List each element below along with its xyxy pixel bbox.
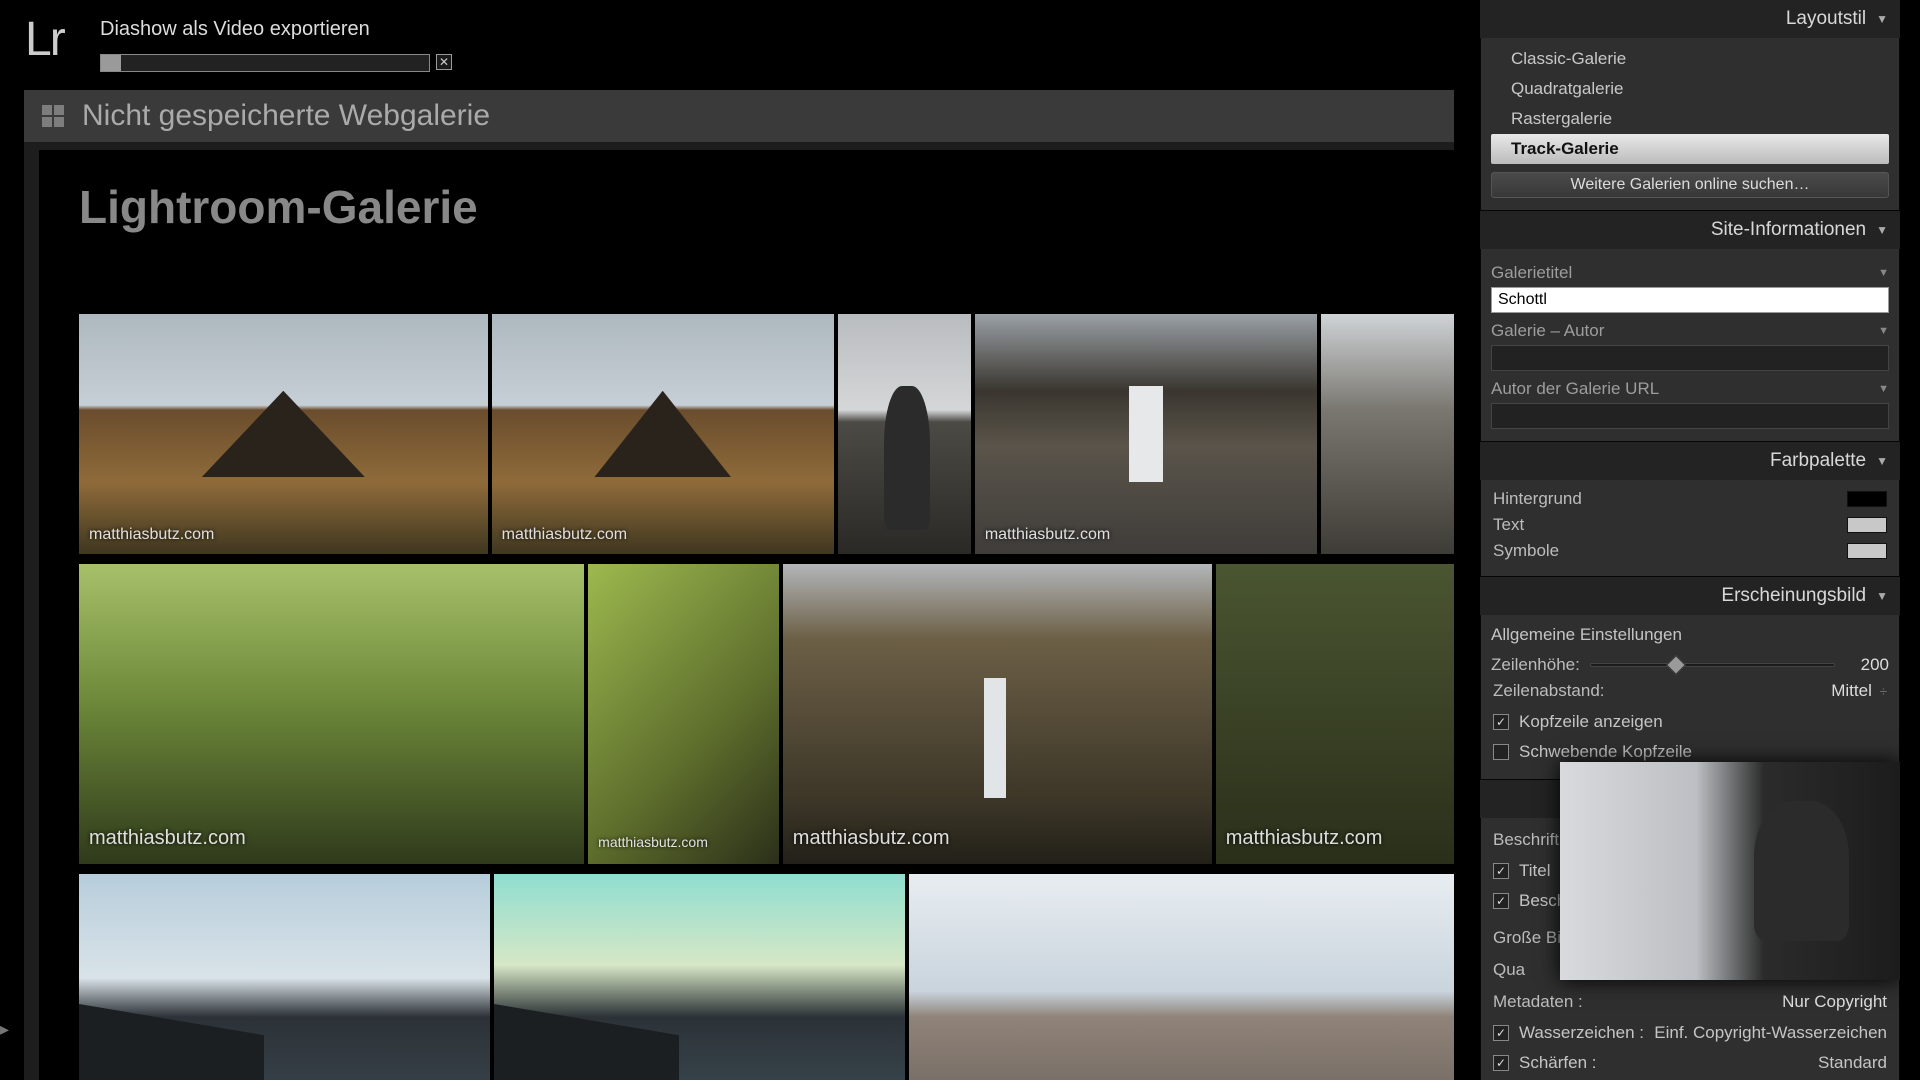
slider-label: Zeilenhöhe: (1491, 655, 1580, 675)
chevron-down-icon: ▼ (1876, 589, 1888, 603)
checkbox-label: Titel (1519, 861, 1551, 881)
setting-value[interactable]: Nur Copyright (1782, 992, 1887, 1012)
watermark-text: matthiasbutz.com (1226, 827, 1383, 850)
gallery-author-url-input[interactable] (1491, 403, 1889, 429)
stepper-icon[interactable]: ÷ (1880, 684, 1887, 699)
thumbnail[interactable]: matthiasbutz.com (588, 564, 779, 864)
slider-value: 200 (1845, 655, 1889, 675)
gallery-preview: Lightroom-Galerie matthiasbutz.com matth… (39, 150, 1454, 1080)
layout-option-grid[interactable]: Rastergalerie (1491, 104, 1889, 134)
setting-value[interactable]: Standard (1818, 1053, 1887, 1073)
section-color-palette[interactable]: Farbpalette ▼ (1480, 442, 1900, 480)
setting-value[interactable]: Einf. Copyright-Wasserzeichen (1654, 1023, 1887, 1043)
thumbnail[interactable]: matthiasbutz.com (1216, 564, 1454, 864)
setting-label: Zeilenabstand: (1493, 681, 1605, 701)
thumbnail[interactable] (909, 874, 1454, 1080)
thumbnail[interactable] (79, 874, 490, 1080)
watermark-text: matthiasbutz.com (89, 827, 246, 850)
bg-color-swatch[interactable] (1847, 491, 1887, 507)
thumbnail[interactable]: matthiasbutz.com (492, 314, 834, 554)
watermark-checkbox[interactable]: ✓ (1493, 1025, 1509, 1041)
layout-option-track[interactable]: Track-Galerie (1491, 134, 1889, 164)
thumbnail[interactable]: matthiasbutz.com (79, 314, 488, 554)
floating-header-checkbox[interactable] (1493, 744, 1509, 760)
section-layout-style[interactable]: Layoutstil ▼ (1480, 0, 1900, 38)
color-label: Hintergrund (1493, 489, 1582, 509)
checkbox-label: Schärfen : (1519, 1053, 1597, 1073)
expand-left-icon[interactable]: ▸ (0, 1019, 9, 1040)
section-title: Farbpalette (1770, 450, 1866, 472)
text-color-swatch[interactable] (1847, 517, 1887, 533)
webcam-overlay (1560, 762, 1900, 980)
watermark-text: matthiasbutz.com (793, 827, 950, 850)
export-cancel-button[interactable]: ✕ (436, 54, 452, 70)
app-logo: Lr (25, 12, 64, 67)
layout-option-classic[interactable]: Classic-Galerie (1491, 44, 1889, 74)
setting-label: Metadaten : (1493, 992, 1583, 1012)
color-label: Symbole (1493, 541, 1559, 561)
row-height-slider[interactable] (1590, 663, 1835, 667)
color-label: Text (1493, 515, 1524, 535)
thumbnail[interactable]: matthiasbutz.com (975, 314, 1317, 554)
section-title: Site-Informationen (1711, 219, 1866, 241)
layout-option-square[interactable]: Quadratgalerie (1491, 74, 1889, 104)
gallery-title: Lightroom-Galerie (79, 180, 1454, 234)
watermark-text: matthiasbutz.com (598, 834, 708, 850)
thumbnail[interactable] (838, 314, 971, 554)
chevron-down-icon[interactable]: ▼ (1878, 267, 1889, 279)
chevron-down-icon: ▼ (1876, 223, 1888, 237)
title-checkbox[interactable]: ✓ (1493, 863, 1509, 879)
thumbnail[interactable]: matthiasbutz.com (783, 564, 1212, 864)
setting-label: Qua (1493, 960, 1525, 980)
chevron-down-icon: ▼ (1876, 12, 1888, 26)
section-appearance[interactable]: Erscheinungsbild ▼ (1480, 577, 1900, 615)
field-label: Galerie – Autor (1491, 321, 1604, 341)
find-more-galleries-button[interactable]: Weitere Galerien online suchen… (1491, 172, 1889, 198)
chevron-down-icon[interactable]: ▼ (1878, 383, 1889, 395)
thumbnail[interactable] (494, 874, 905, 1080)
chevron-down-icon[interactable]: ▼ (1878, 325, 1889, 337)
setting-label: Beschrift (1493, 830, 1559, 850)
thumbnail[interactable] (1321, 314, 1454, 554)
checkbox-label: Kopfzeile anzeigen (1519, 712, 1663, 732)
section-title: Layoutstil (1786, 8, 1866, 30)
symbols-color-swatch[interactable] (1847, 543, 1887, 559)
thumbnail[interactable]: matthiasbutz.com (79, 564, 584, 864)
section-title: Erscheinungsbild (1721, 585, 1866, 607)
sharpen-checkbox[interactable]: ✓ (1493, 1055, 1509, 1071)
description-checkbox[interactable]: ✓ (1493, 893, 1509, 909)
watermark-text: matthiasbutz.com (985, 526, 1110, 544)
field-label: Galerietitel (1491, 263, 1572, 283)
watermark-text: matthiasbutz.com (89, 526, 214, 544)
watermark-text: matthiasbutz.com (502, 526, 627, 544)
export-task-title: Diashow als Video exportieren (100, 18, 370, 41)
gallery-status-title: Nicht gespeicherte Webgalerie (82, 99, 490, 133)
checkbox-label: Wasserzeichen : (1519, 1023, 1644, 1043)
section-site-info[interactable]: Site-Informationen ▼ (1480, 211, 1900, 249)
grid-view-icon[interactable] (42, 105, 64, 127)
gallery-title-input[interactable] (1491, 287, 1889, 313)
field-label: Autor der Galerie URL (1491, 379, 1659, 399)
chevron-down-icon: ▼ (1876, 454, 1888, 468)
export-progress-bar (100, 54, 430, 72)
subsection-title: Allgemeine Einstellungen (1491, 625, 1889, 645)
setting-label: Große Bi (1493, 928, 1561, 948)
setting-value: Mittel (1831, 681, 1872, 700)
gallery-author-input[interactable] (1491, 345, 1889, 371)
show-header-checkbox[interactable]: ✓ (1493, 714, 1509, 730)
checkbox-label: Schwebende Kopfzeile (1519, 742, 1692, 762)
